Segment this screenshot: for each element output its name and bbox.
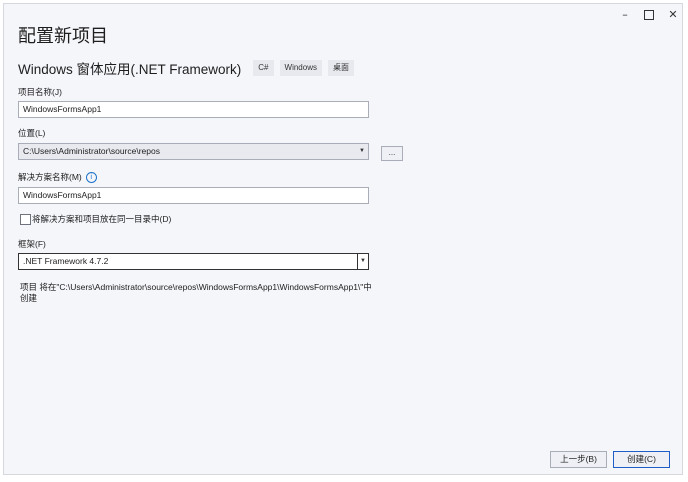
chevron-down-icon: ▼ <box>359 148 365 154</box>
minimize-icon: – <box>622 8 628 21</box>
back-button[interactable]: 上一步(B) <box>550 451 607 468</box>
chevron-down-icon: ▼ <box>357 254 368 269</box>
location-label: 位置(L) <box>18 128 46 138</box>
page-title: 配置新项目 <box>18 26 108 46</box>
project-name-input[interactable]: WindowsFormsApp1 <box>18 101 369 118</box>
solution-name-label-row: 解决方案名称(M) i <box>18 171 97 184</box>
template-name: Windows 窗体应用(.NET Framework) <box>18 62 242 77</box>
tag-type: 桌面 <box>327 60 354 76</box>
same-dir-label[interactable]: 将解决方案和项目放在同一目录中(D) <box>32 213 171 225</box>
template-info: Windows 窗体应用(.NET Framework) C# Windows … <box>18 58 360 78</box>
location-combo[interactable]: C:\Users\Administrator\source\repos ▼ <box>18 143 369 160</box>
solution-name-label: 解决方案名称(M) <box>18 172 82 182</box>
framework-label: 框架(F) <box>18 239 46 249</box>
dialog-window: – ✕ 配置新项目 Windows 窗体应用(.NET Framework) C… <box>3 3 683 475</box>
path-info-text: 项目 将在"C:\Users\Administrator\source\repo… <box>20 282 372 303</box>
tag-language: C# <box>253 60 274 76</box>
framework-select[interactable]: .NET Framework 4.7.2 ▼ <box>18 253 369 270</box>
solution-name-input[interactable]: WindowsFormsApp1 <box>18 187 369 204</box>
close-button[interactable]: ✕ <box>660 6 686 24</box>
info-icon[interactable]: i <box>85 172 97 184</box>
project-name-label: 项目名称(J) <box>18 87 62 97</box>
close-icon: ✕ <box>668 8 678 21</box>
maximize-icon <box>644 10 654 20</box>
same-dir-checkbox[interactable] <box>20 214 31 225</box>
create-button[interactable]: 创建(C) <box>613 451 670 468</box>
tag-platform: Windows <box>279 60 322 76</box>
framework-value: .NET Framework 4.7.2 <box>23 256 109 266</box>
browse-button[interactable]: ... <box>381 146 403 161</box>
location-value: C:\Users\Administrator\source\repos <box>23 146 160 156</box>
maximize-button[interactable] <box>636 6 662 24</box>
minimize-button[interactable]: – <box>612 6 638 24</box>
